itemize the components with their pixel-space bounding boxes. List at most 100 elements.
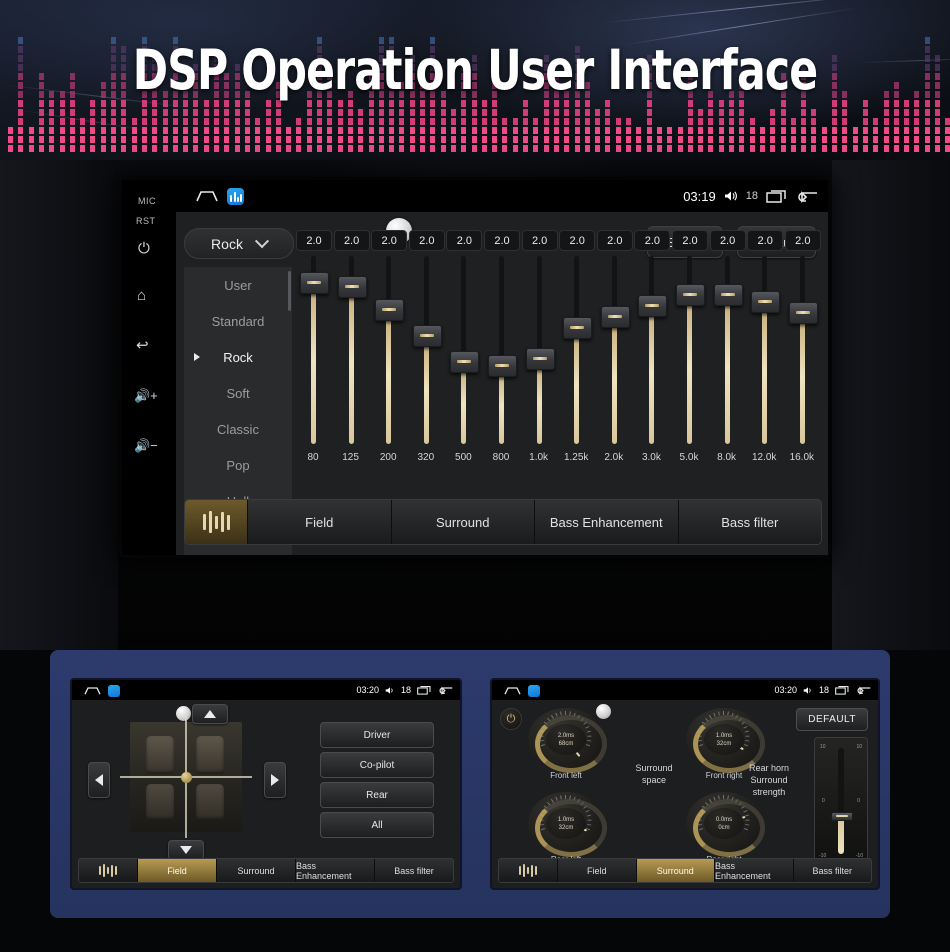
eq-slider-track[interactable] [386, 256, 391, 444]
arrow-left-icon[interactable] [88, 762, 110, 798]
eq-slider-thumb[interactable] [601, 306, 630, 328]
eq-band-500[interactable]: 2.0500 [446, 230, 480, 498]
knob-distance-value: 68cm [559, 740, 574, 748]
seat-button-driver[interactable]: Driver [320, 722, 434, 748]
arrow-up-icon[interactable] [192, 704, 228, 724]
recents-icon[interactable] [835, 685, 850, 695]
eq-slider-thumb[interactable] [526, 348, 555, 370]
tab-bass-enhancement[interactable]: Bass Enhancement [296, 859, 375, 882]
eq-slider-track[interactable] [762, 256, 767, 444]
tab-surround[interactable]: Surround [217, 859, 296, 882]
eq-band-8.0k[interactable]: 2.08.0k [710, 230, 744, 498]
eq-slider-track[interactable] [612, 256, 617, 444]
knob-rear-left[interactable]: 1.0ms32cmRear left [524, 792, 608, 866]
eq-slider-thumb[interactable] [638, 295, 667, 317]
power-icon[interactable]: ⏻ [500, 708, 522, 730]
eq-slider-thumb[interactable] [450, 351, 479, 373]
tab-surround[interactable]: Surround [637, 859, 716, 882]
equalizer-icon[interactable] [499, 859, 558, 882]
knob-front-left[interactable]: 2.0ms68cmFront left [524, 708, 608, 782]
arrow-down-icon[interactable] [168, 840, 204, 860]
tab-surround[interactable]: Surround [392, 500, 536, 544]
field-position-handle[interactable] [181, 772, 192, 783]
eq-slider-thumb[interactable] [488, 355, 517, 377]
tab-field[interactable]: Field [558, 859, 637, 882]
eq-slider-track[interactable] [649, 256, 654, 444]
preset-dropdown[interactable]: Rock [184, 228, 294, 259]
tab-bass-enhancement[interactable]: Bass Enhancement [715, 859, 794, 882]
eq-slider-track[interactable] [800, 256, 805, 444]
dsp-app-icon[interactable] [528, 685, 540, 697]
eq-slider-thumb[interactable] [413, 325, 442, 347]
eq-slider-track[interactable] [424, 256, 429, 444]
arrow-right-icon[interactable] [264, 762, 286, 798]
home-icon[interactable] [504, 687, 521, 695]
back-icon[interactable] [438, 685, 453, 695]
eq-band-12.0k[interactable]: 2.012.0k [747, 230, 781, 498]
eq-slider-fill [725, 304, 730, 444]
equalizer-sliders[interactable]: 2.0802.01252.02002.03202.05002.08002.01.… [296, 230, 824, 498]
back-icon[interactable]: ↩ [136, 338, 149, 353]
eq-band-3.0k[interactable]: 2.03.0k [634, 230, 668, 498]
eq-slider-thumb[interactable] [751, 291, 780, 313]
back-icon[interactable] [796, 189, 818, 203]
equalizer-icon[interactable] [79, 859, 138, 882]
eq-slider-thumb[interactable] [300, 272, 329, 294]
preset-item-rock[interactable]: Rock [184, 339, 292, 375]
unit-bezel: MIC RST ⏻ ⌂ ↩ 🔊+ 🔊− [122, 180, 176, 555]
seat-button-rear[interactable]: Rear [320, 782, 434, 808]
knob-time-value: 1.0ms [716, 732, 732, 740]
eq-band-320[interactable]: 2.0320 [409, 230, 443, 498]
volume-up-icon[interactable]: 🔊+ [134, 388, 158, 403]
slider-thumb[interactable] [831, 812, 853, 821]
seat-button-copilot[interactable]: Co-pilot [320, 752, 434, 778]
back-icon[interactable] [856, 685, 871, 695]
equalizer-icon[interactable] [185, 500, 248, 544]
power-icon[interactable]: ⏻ [138, 241, 150, 256]
home-icon[interactable] [84, 687, 101, 695]
eq-band-16.0k[interactable]: 2.016.0k [785, 230, 819, 498]
eq-slider-thumb[interactable] [563, 317, 592, 339]
preset-item-pop[interactable]: Pop [184, 447, 292, 483]
tab-bass-filter[interactable]: Bass filter [794, 859, 872, 882]
eq-band-5.0k[interactable]: 2.05.0k [672, 230, 706, 498]
surround-strength-slider[interactable]: 10 10 0 0 -10 -10 [814, 737, 868, 865]
tab-bass-filter[interactable]: Bass filter [679, 500, 822, 544]
eq-slider-track[interactable] [461, 256, 466, 444]
preset-item-standard[interactable]: Standard [184, 303, 292, 339]
surround-screen: 03:20 18 ⏻ DEFAULT 2.0ms68cmFront left 1… [492, 680, 878, 888]
eq-band-80[interactable]: 2.080 [296, 230, 330, 498]
preset-item-user[interactable]: User [184, 267, 292, 303]
tab-field[interactable]: Field [138, 859, 217, 882]
preset-item-classic[interactable]: Classic [184, 411, 292, 447]
eq-band-2.0k[interactable]: 2.02.0k [597, 230, 631, 498]
eq-band-800[interactable]: 2.0800 [484, 230, 518, 498]
eq-band-1.25k[interactable]: 2.01.25k [559, 230, 593, 498]
volume-knob[interactable] [176, 706, 191, 721]
eq-band-125[interactable]: 2.0125 [334, 230, 368, 498]
eq-band-200[interactable]: 2.0200 [371, 230, 405, 498]
recents-icon[interactable] [417, 685, 432, 695]
seat-button-all[interactable]: All [320, 812, 434, 838]
eq-slider-track[interactable] [499, 256, 504, 444]
knob-rear-right[interactable]: 0.0ms0cmRear right [682, 792, 766, 866]
tab-field[interactable]: Field [248, 500, 392, 544]
recents-icon[interactable] [766, 189, 788, 203]
preset-item-soft[interactable]: Soft [184, 375, 292, 411]
eq-band-1.0k[interactable]: 2.01.0k [522, 230, 556, 498]
eq-slider-thumb[interactable] [375, 299, 404, 321]
dsp-app-icon[interactable] [108, 685, 120, 697]
home-icon[interactable]: ⌂ [137, 288, 146, 303]
default-button[interactable]: DEFAULT [796, 708, 868, 731]
eq-value-label: 2.0 [522, 230, 558, 251]
eq-slider-thumb[interactable] [714, 284, 743, 306]
tab-bass-enhancement[interactable]: Bass Enhancement [535, 500, 679, 544]
volume-down-icon[interactable]: 🔊− [134, 438, 158, 453]
eq-slider-thumb[interactable] [789, 302, 818, 324]
eq-slider-track[interactable] [574, 256, 579, 444]
dsp-app-icon[interactable] [227, 188, 244, 205]
eq-slider-thumb[interactable] [338, 276, 367, 298]
eq-slider-thumb[interactable] [676, 284, 705, 306]
tab-bass-filter[interactable]: Bass filter [375, 859, 453, 882]
home-icon[interactable] [196, 191, 218, 202]
